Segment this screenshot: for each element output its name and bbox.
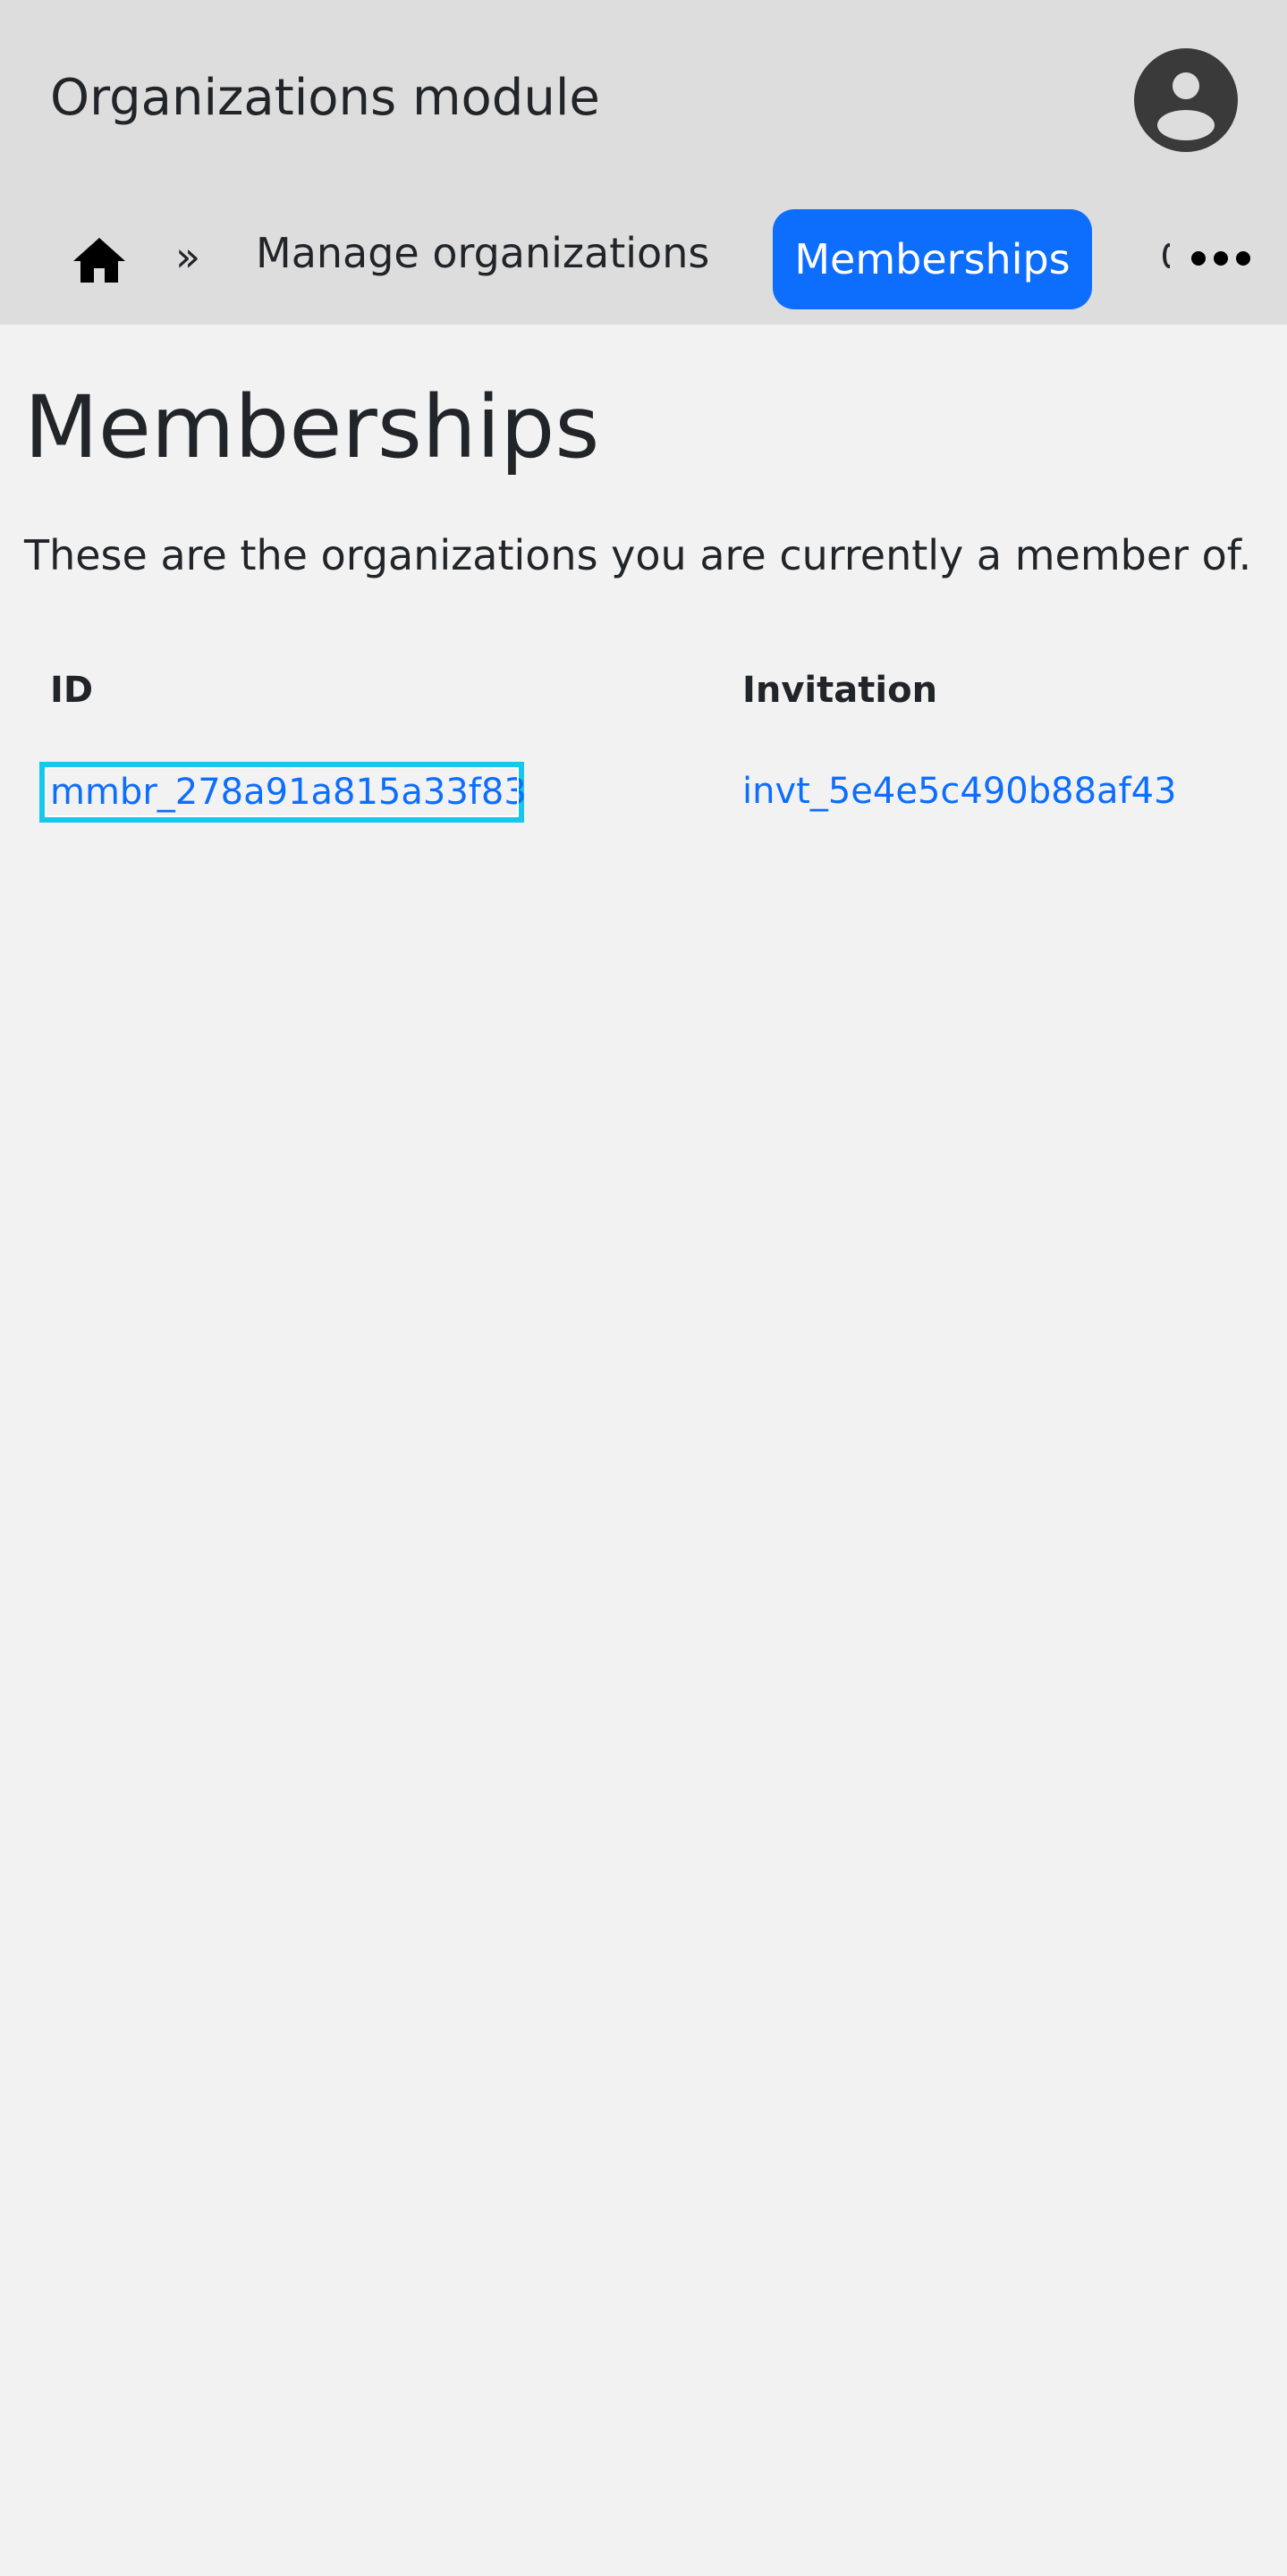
nav-manage-organizations[interactable]: Manage organizations: [256, 224, 709, 283]
account-circle-icon: [1134, 48, 1238, 152]
app-title: Organizations module: [50, 69, 600, 127]
breadcrumb-nav: » Manage organizations Memberships: [0, 209, 1287, 309]
nav-memberships-active[interactable]: Memberships: [773, 209, 1092, 309]
home-link[interactable]: [72, 234, 127, 284]
invitation-id-link[interactable]: invt_5e4e5c490b88af43: [742, 762, 1177, 821]
column-header-invitation: Invitation: [742, 670, 938, 711]
more-horizontal-icon: [1191, 251, 1250, 266]
breadcrumb-separator: »: [175, 232, 201, 281]
nav-overflow-glyph: [1163, 243, 1170, 268]
column-header-id: ID: [50, 670, 94, 711]
page-title: Memberships: [24, 377, 600, 477]
page-description: These are the organizations you are curr…: [24, 531, 1252, 579]
nav-more-button[interactable]: [1190, 236, 1252, 281]
account-avatar-button[interactable]: [1134, 48, 1238, 152]
home-icon: [73, 238, 125, 283]
membership-id-link[interactable]: mmbr_278a91a815a33f83: [39, 762, 527, 823]
app-header: Organizations module » Manage organizati…: [0, 0, 1287, 325]
